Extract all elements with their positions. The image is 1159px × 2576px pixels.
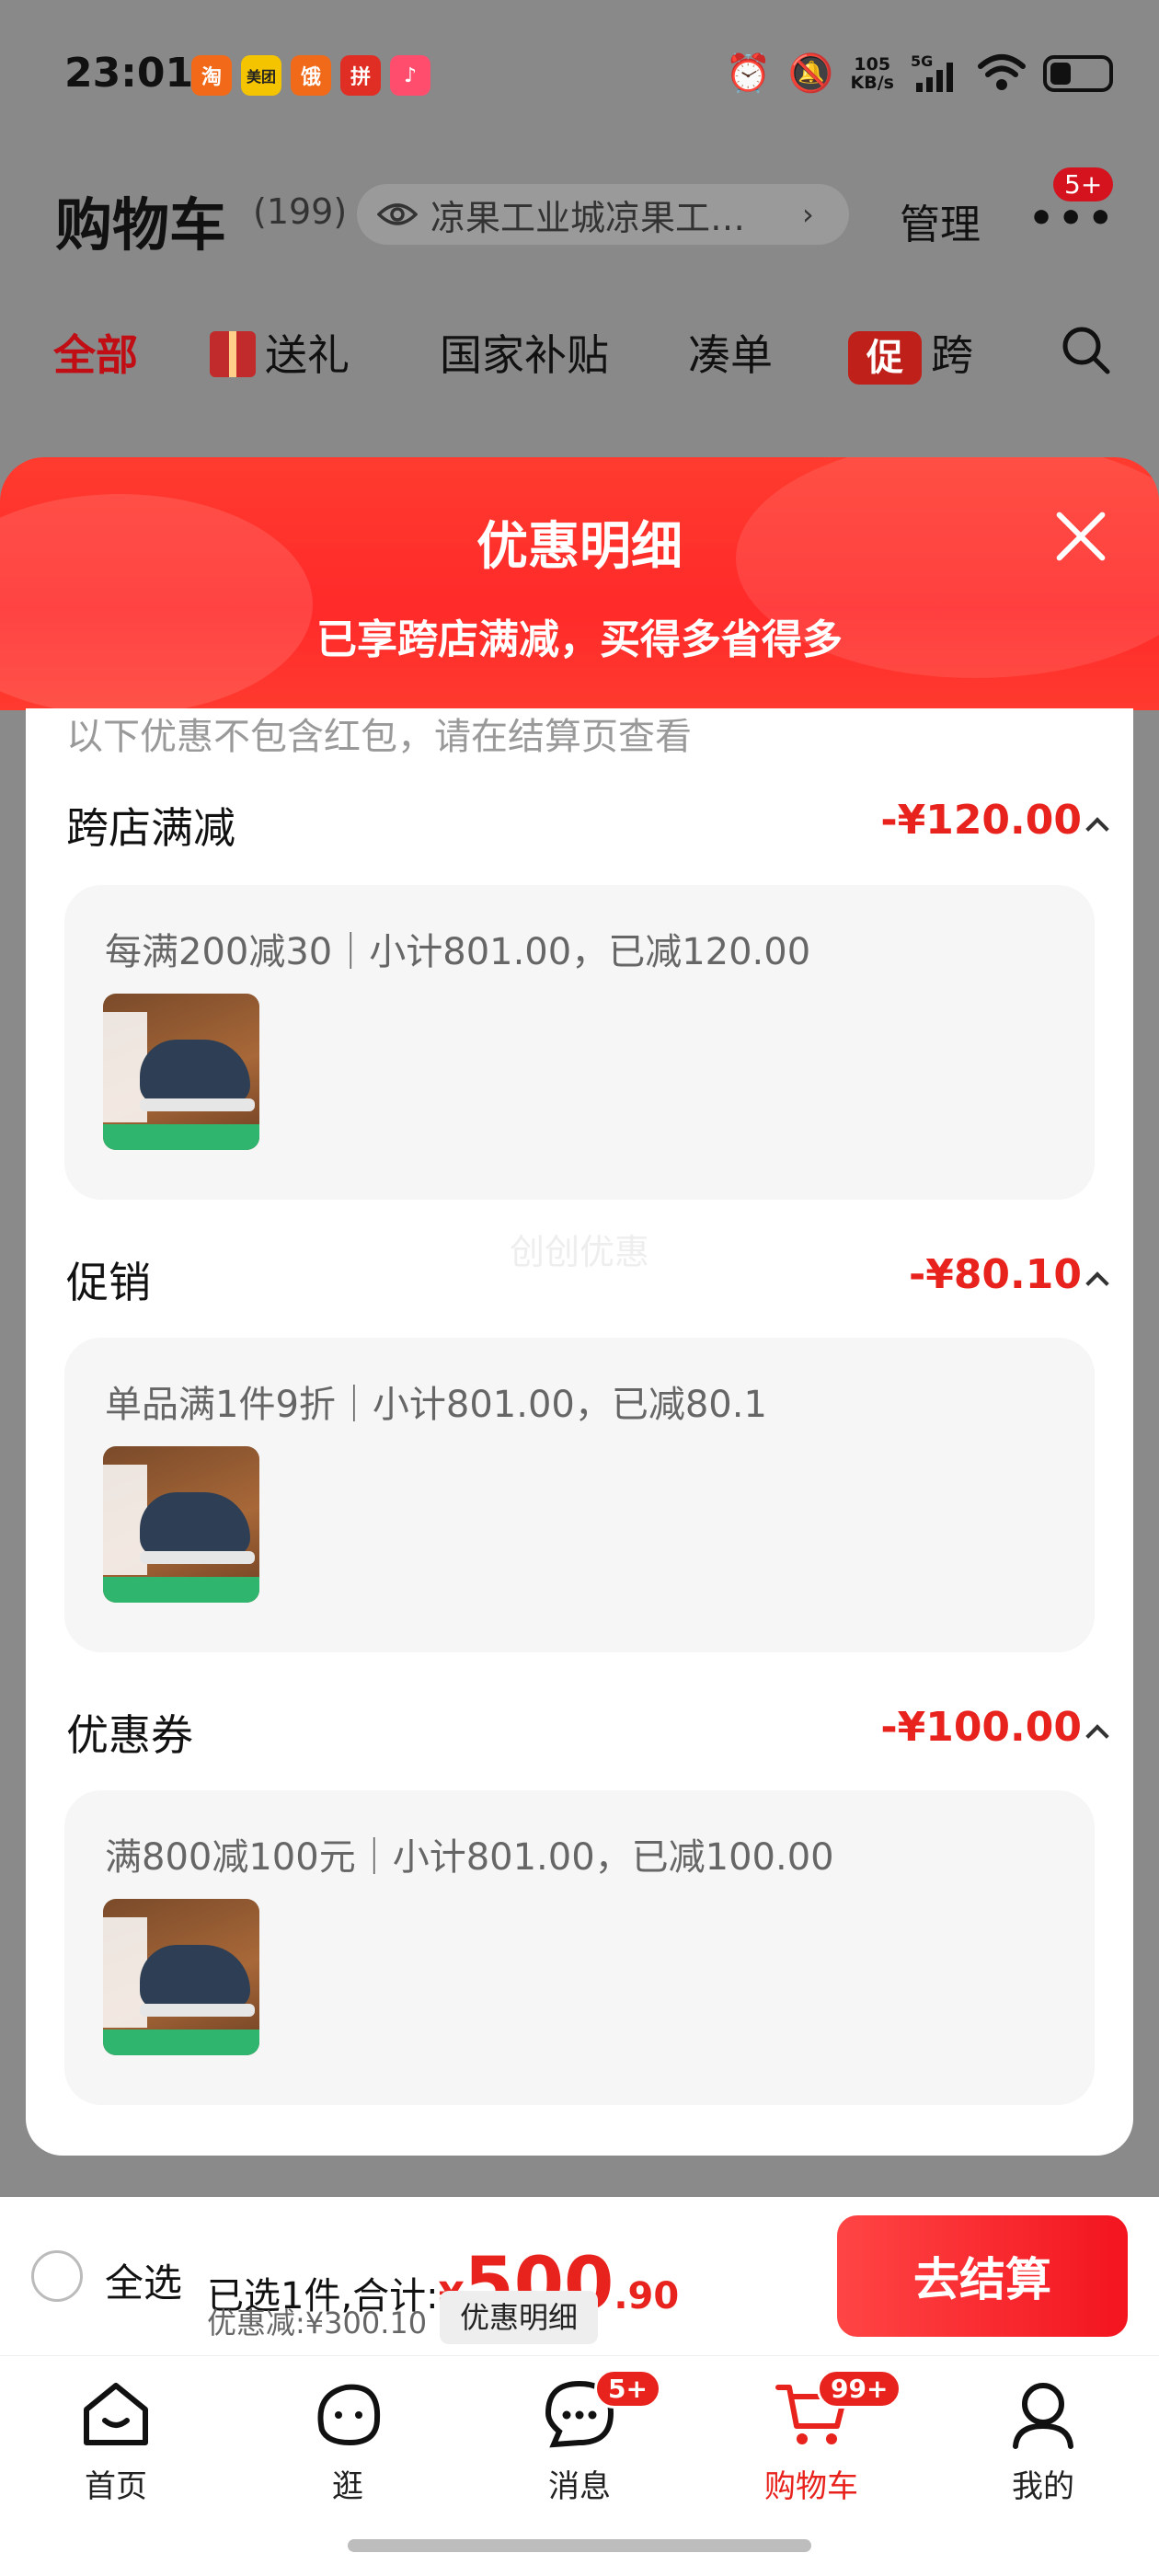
tab-home[interactable]: 首页 (42, 2375, 189, 2506)
discount-sheet-header: 优惠明细 已享跨店满减，买得多省得多 (0, 457, 1159, 710)
product-thumbnail[interactable] (103, 1446, 259, 1603)
section-title-coupon: 优惠券 (66, 1710, 193, 1760)
eye-icon (377, 203, 418, 225)
checkout-bar: 全选 已选1件,合计:¥500.90 优惠减:¥300.10 优惠明细 去结算 (0, 2197, 1159, 2355)
tab-cross-store-label: 跨 (931, 330, 973, 380)
music-app-icon: ♪ (390, 55, 430, 96)
checkout-button[interactable]: 去结算 (837, 2215, 1128, 2337)
discount-desc: 每满200减30｜小计801.00，已减120.00 (105, 931, 811, 973)
tab-profile-label: 我的 (1012, 2468, 1074, 2505)
section-amount-promotion: -¥80.10 (908, 1251, 1082, 1298)
category-tabs: 全部 送礼 国家补贴 凑单 促跨 (0, 322, 1159, 396)
browse-icon (317, 2384, 381, 2446)
pinduoduo-icon: 拼 (340, 55, 381, 96)
tab-gift-label: 送礼 (265, 330, 350, 380)
network-speed-value: 105 (854, 54, 891, 75)
discount-card: 单品满1件9折｜小计801.00，已减80.1 (64, 1338, 1095, 1652)
system-icons: ⏰ 🔕 105 KB/s 5G (726, 53, 1113, 94)
network-speed-unit: KB/s (850, 73, 894, 93)
product-thumbnail[interactable] (103, 994, 259, 1150)
cart-badge: 99+ (817, 2369, 902, 2409)
tab-national-subsidy[interactable]: 国家补贴 (440, 322, 609, 383)
more-badge: 5+ (1053, 167, 1114, 201)
discount-card: 每满200减30｜小计801.00，已减120.00 (64, 885, 1095, 1200)
more-menu-button[interactable]: ••• (1028, 195, 1117, 242)
user-icon (1013, 2383, 1073, 2449)
cart-header: 购物车 (199) 凉果工业城凉果工… › 管理 ••• 5+ (0, 166, 1159, 267)
section-amount-cross-store: -¥120.00 (880, 797, 1082, 844)
address-text: 凉果工业城凉果工… (430, 197, 746, 238)
tab-profile[interactable]: 我的 (970, 2375, 1117, 2506)
tab-gift[interactable]: 送礼 (210, 322, 350, 383)
discount-detail-button[interactable]: 优惠明细 (440, 2291, 599, 2344)
select-all-label[interactable]: 全选 (105, 2252, 182, 2308)
close-icon[interactable] (1050, 507, 1109, 566)
status-time: 23:01 (64, 50, 194, 97)
discount-note: 以下优惠不包含红包，请在结算页查看 (66, 716, 692, 758)
notification-app-icons: 淘 美团 饿 拼 ♪ (191, 55, 430, 96)
taobao-icon: 淘 (191, 55, 232, 96)
tab-cross-store[interactable]: 促跨 (848, 322, 973, 385)
home-indicator[interactable] (348, 2539, 811, 2552)
tab-home-label: 首页 (85, 2468, 147, 2505)
page-title: 购物车 (55, 191, 227, 259)
search-icon[interactable] (1058, 322, 1113, 377)
section-amount-coupon: -¥100.00 (880, 1704, 1082, 1751)
tab-browse[interactable]: 逛 (274, 2375, 421, 2506)
sheet-subtitle: 已享跨店满减，买得多省得多 (316, 616, 843, 663)
discount-desc: 满800减100元｜小计801.00，已减100.00 (105, 1836, 834, 1879)
product-thumbnail[interactable] (103, 1899, 259, 2055)
chevron-right-icon: › (802, 197, 814, 232)
home-icon (84, 2383, 148, 2445)
alarm-icon: ⏰ (725, 52, 772, 95)
tab-all[interactable]: 全部 (53, 322, 138, 383)
collapse-chevron-icon[interactable] (1085, 1724, 1109, 1748)
tab-messages-label: 消息 (548, 2468, 611, 2505)
total-price-decimal: .90 (614, 2275, 680, 2317)
messages-badge: 5+ (594, 2369, 661, 2409)
collapse-chevron-icon[interactable] (1085, 817, 1109, 841)
eleme-icon: 饿 (291, 55, 331, 96)
discount-total: 优惠减:¥300.10 (207, 2306, 428, 2340)
tab-messages[interactable]: 消息 5+ (506, 2369, 661, 2506)
collapse-chevron-icon[interactable] (1085, 1271, 1109, 1295)
tab-cart-label: 购物车 (764, 2468, 858, 2505)
network-speed: 105 KB/s (851, 55, 894, 92)
section-title-cross-store: 跨店满减 (66, 803, 235, 853)
discount-sheet-body[interactable]: 以下优惠不包含红包，请在结算页查看 跨店满减 -¥120.00 每满200减30… (26, 708, 1133, 2156)
tab-cart[interactable]: 购物车 99+ (738, 2369, 902, 2506)
signal-5g-icon: 5G (911, 53, 953, 92)
discount-card: 满800减100元｜小计801.00，已减100.00 (64, 1790, 1095, 2105)
sheet-title: 优惠明细 (476, 517, 683, 577)
svg-text:5G: 5G (911, 53, 933, 70)
gift-icon (210, 331, 256, 377)
mute-bell-icon: 🔕 (787, 52, 834, 95)
select-all-radio[interactable] (31, 2250, 83, 2302)
section-title-promotion: 促销 (66, 1258, 151, 1307)
tab-bundle[interactable]: 凑单 (688, 322, 773, 383)
promo-tag-icon: 促 (848, 331, 922, 385)
tab-browse-label: 逛 (332, 2468, 363, 2505)
status-bar: 23:01 淘 美团 饿 拼 ♪ ⏰ 🔕 105 KB/s 5G (0, 0, 1159, 152)
battery-icon (1043, 55, 1113, 92)
delivery-address-selector[interactable]: 凉果工业城凉果工… › (357, 184, 849, 245)
meituan-icon: 美团 (241, 55, 281, 96)
cart-count: (199) (253, 191, 348, 232)
more-dots-icon: ••• (1028, 195, 1118, 242)
manage-button[interactable]: 管理 (900, 191, 981, 250)
discount-desc: 单品满1件9折｜小计801.00，已减80.1 (105, 1384, 767, 1426)
wifi-icon (978, 54, 1026, 90)
